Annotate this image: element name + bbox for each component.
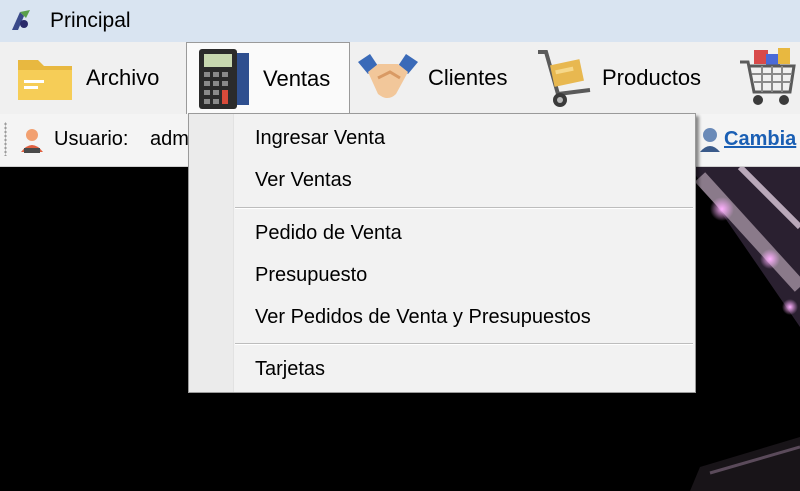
menu-archivo[interactable]: Archivo: [14, 42, 180, 114]
menu-separator: [235, 207, 693, 209]
menu-label-productos: Productos: [602, 65, 702, 90]
menu-item-ver-pedidos-presupuestos[interactable]: Ver Pedidos de Venta y Presupuestos: [235, 299, 691, 335]
menu-compras[interactable]: [736, 42, 800, 114]
menu-productos[interactable]: Productos: [532, 42, 726, 114]
menu-item-label: Tarjetas: [255, 357, 326, 380]
menu-item-label: Ingresar Venta: [255, 126, 386, 149]
menu-item-presupuesto[interactable]: Presupuesto: [235, 257, 691, 293]
menu-item-pedido-de-venta[interactable]: Pedido de Venta: [235, 215, 691, 251]
menu-item-tarjetas[interactable]: Tarjetas: [235, 351, 691, 387]
menu-item-label: Pedido de Venta: [255, 221, 402, 244]
handshake-icon: [358, 54, 418, 98]
menu-icon-gutter: [189, 114, 234, 392]
menu-item-label: Ver Ventas: [255, 168, 352, 191]
menu-item-label: Presupuesto: [255, 263, 368, 286]
user-icon: [21, 129, 43, 153]
menu-separator: [235, 343, 693, 345]
menu-item-label: Ver Pedidos de Venta y Presupuestos: [255, 305, 591, 328]
user-label: Usuario:: [54, 128, 129, 150]
title-bar: Principal: [0, 0, 800, 42]
menu-label-clientes: Clientes: [428, 65, 508, 90]
menu-label-archivo: Archivo: [86, 65, 160, 90]
shopping-cart-icon: [740, 48, 796, 105]
toolbar-grip[interactable]: [4, 122, 7, 156]
app-icon: [12, 10, 30, 30]
change-user-link[interactable]: Cambia: [724, 128, 796, 151]
folder-icon: [18, 60, 72, 100]
menu-item-ingresar-venta[interactable]: Ingresar Venta: [235, 120, 691, 156]
hand-truck-icon: [538, 50, 591, 107]
user-value: adm: [150, 128, 189, 150]
menu-label-ventas: Ventas: [263, 66, 331, 91]
menu-clientes[interactable]: Clientes: [356, 42, 528, 114]
window-title: Principal: [50, 9, 131, 32]
ventas-dropdown-menu: Ingresar Venta Ver Ventas Pedido de Vent…: [188, 113, 696, 393]
user-switch-icon: [700, 128, 720, 152]
main-menu-bar: Archivo Ventas Clientes Productos: [0, 42, 800, 115]
calculator-icon: [199, 49, 249, 109]
menu-item-ver-ventas[interactable]: Ver Ventas: [235, 162, 691, 198]
menu-ventas[interactable]: Ventas: [186, 42, 350, 115]
